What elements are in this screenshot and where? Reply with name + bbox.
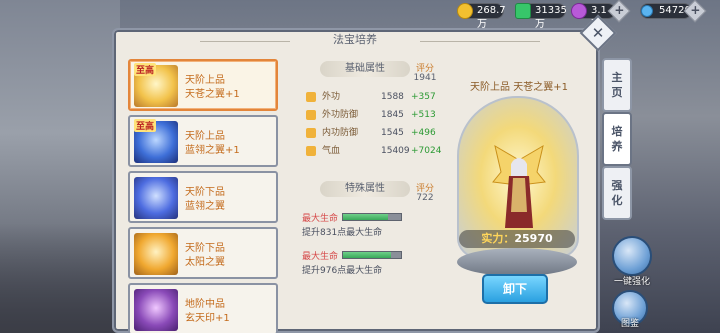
seal-purple-icon	[134, 289, 178, 331]
item-grade: 地阶中品	[185, 299, 225, 310]
diamond-icon	[638, 2, 656, 20]
tab-label: 养	[611, 140, 623, 153]
gold-coin-icon	[457, 3, 473, 19]
green-gem-value: 31335万	[535, 5, 567, 30]
tab-label: 主	[611, 71, 623, 84]
showcase-pedestal	[457, 248, 577, 276]
title-divider-left	[200, 41, 290, 42]
tab-label: 强	[611, 179, 623, 192]
item-grade: 天阶下品	[185, 187, 225, 198]
health-icon	[306, 146, 316, 156]
special-attr-title: 最大生命	[302, 252, 339, 262]
tab-strengthen[interactable]: 强 化	[602, 166, 632, 220]
power-label: 实力：	[481, 232, 515, 245]
wing-blue-icon	[134, 177, 178, 219]
stat-name: 内功防御	[322, 128, 359, 138]
close-icon: ✕	[591, 24, 605, 42]
showcase-item-title: 天阶上品 天苍之翼+1	[470, 82, 568, 93]
hammer-icon[interactable]	[612, 236, 652, 276]
special-attr-fill	[343, 252, 391, 258]
defense-icon	[306, 110, 316, 120]
wing-sun-icon	[134, 233, 178, 275]
item-grade: 天阶下品	[185, 243, 225, 254]
illustrated-label: 图鉴	[620, 319, 639, 329]
item-grade: 天阶上品	[185, 131, 225, 142]
add-purple-orb-button[interactable]: +	[607, 0, 631, 23]
unequip-button[interactable]: 卸下	[482, 274, 548, 304]
special-attr-bar	[342, 251, 402, 259]
add-diamond-button[interactable]: +	[683, 0, 707, 23]
special-attr-fill	[343, 214, 389, 220]
special-attr-bar	[342, 213, 402, 221]
item-list[interactable]: 至高 天阶上品 天苍之翼+1 至高 天阶上品 蓝翎之翼+1 天阶下品 蓝翎之翼 …	[128, 55, 280, 333]
list-item[interactable]: 地阶中品 玄天印+1	[128, 283, 278, 333]
special-attr-desc: 提升831点最大生命	[302, 228, 383, 238]
gold-value: 268.7万	[477, 5, 506, 30]
tab-home[interactable]: 主 页	[602, 58, 632, 112]
green-gem-icon	[515, 3, 531, 19]
tab-label: 页	[611, 86, 623, 99]
power-display: 实力：25970	[459, 230, 575, 248]
special-score-value: 722	[416, 193, 434, 203]
attack-icon	[306, 92, 316, 102]
diamond-counter: 54720 +	[638, 0, 707, 23]
item-name: 蓝翎之翼	[185, 201, 225, 212]
item-name: 天苍之翼+1	[185, 89, 240, 100]
base-attr-header: 基础属性	[320, 61, 410, 77]
panel-title: 法宝培养	[333, 33, 377, 46]
purple-orb-icon	[571, 3, 587, 19]
stat-name: 外功	[322, 92, 341, 102]
stat-name: 外功防御	[322, 110, 359, 120]
list-item[interactable]: 天阶下品 蓝翎之翼	[128, 171, 278, 223]
tab-label: 培	[611, 125, 623, 138]
gold-counter: 268.7万	[457, 3, 506, 30]
tab-label: 化	[611, 194, 623, 207]
green-gem-counter: 31335万	[515, 3, 567, 30]
item-name: 太阳之翼	[185, 257, 225, 268]
one-click-strengthen-label: 一键强化	[613, 277, 650, 287]
inner-defense-icon	[306, 128, 316, 138]
list-item[interactable]: 至高 天阶上品 天苍之翼+1	[128, 59, 278, 111]
item-tag: 至高	[134, 119, 157, 132]
background-scenery	[0, 0, 120, 333]
special-attr-desc: 提升976点最大生命	[302, 266, 383, 276]
item-tag: 至高	[134, 63, 157, 76]
special-attr-header: 特殊属性	[320, 181, 410, 197]
item-name: 玄天印+1	[185, 313, 230, 324]
item-name: 蓝翎之翼+1	[185, 145, 240, 156]
power-value: 25970	[514, 232, 553, 245]
stat-name: 气血	[322, 146, 341, 156]
special-attr-title: 最大生命	[302, 214, 339, 224]
title-divider-right	[420, 41, 540, 42]
hero-with-wings-icon	[492, 144, 546, 228]
currency-bar: 268.7万 31335万 3.1万 + 54720 +	[455, 0, 720, 30]
list-item[interactable]: 至高 天阶上品 蓝翎之翼+1	[128, 115, 278, 167]
attribute-panel: 基础属性 评分 1941 外功 1588 +357 外功防御 1845 +513…	[290, 53, 441, 331]
list-item[interactable]: 天阶下品 太阳之翼	[128, 227, 278, 279]
item-grade: 天阶上品	[185, 75, 225, 86]
tab-cultivate[interactable]: 培 养	[602, 112, 632, 166]
base-score-value: 1941	[413, 73, 437, 83]
purple-orb-counter: 3.1万 +	[571, 0, 631, 30]
